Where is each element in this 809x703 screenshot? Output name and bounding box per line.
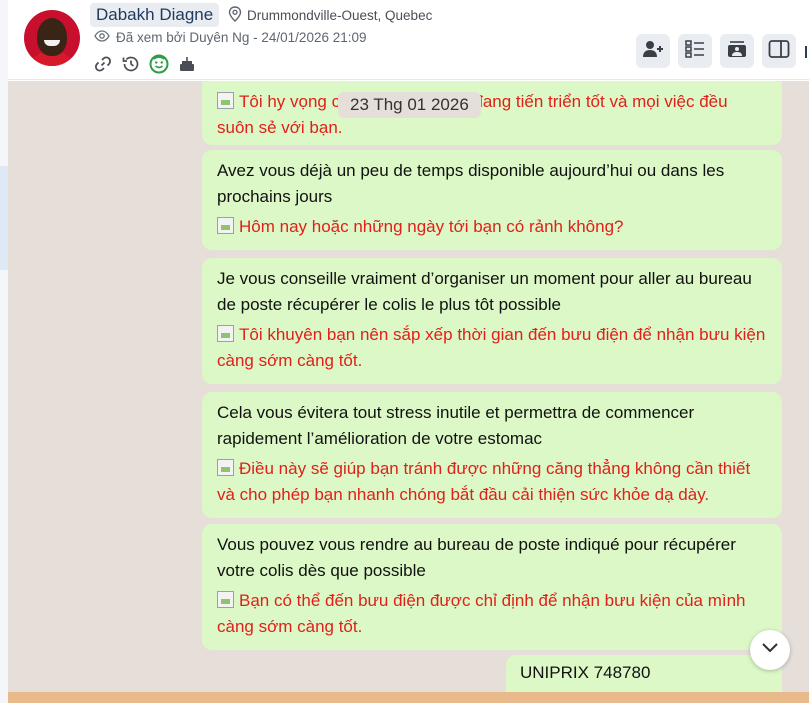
image-placeholder-icon [217,217,234,234]
seen-text: Đã xem bởi Duyên Ng - 24/01/2026 21:09 [116,30,367,45]
image-placeholder-icon [217,459,234,476]
translated-text: Hôm nay hoặc những ngày tới bạn có rảnh … [217,214,767,240]
image-placeholder-icon [217,591,234,608]
message-bubble-last[interactable]: UNIPRIX 748780 [506,655,782,692]
photo-stack-icon [726,39,748,64]
original-text: Je vous conseille vraiment d’organiser u… [217,269,752,314]
message-bubble[interactable]: Vous pouvez vous rendre au bureau de pos… [202,524,782,650]
seen-status: Đã xem bởi Duyên Ng - 24/01/2026 21:09 [94,30,367,45]
window-edge-marker [805,46,809,58]
header-toolbar [636,34,796,68]
message-bubble-partial[interactable]: Tôi hy vọng công việc của bạn đang tiến … [202,81,782,145]
image-placeholder-icon [217,92,234,109]
scroll-to-bottom-button[interactable] [750,630,790,670]
translated-text: Điều này sẽ giúp bạn tránh được những că… [217,459,751,504]
location-text: Drummondville-Ouest, Quebec [247,8,433,23]
sidebar-panel-icon [768,39,790,64]
image-placeholder-icon [217,325,234,342]
bottom-action-bar[interactable] [8,692,809,703]
eye-icon [94,30,110,45]
location-pin-icon [228,6,242,25]
media-gallery-button[interactable] [720,34,754,68]
original-text: UNIPRIX 748780 [520,663,651,682]
add-user-icon [642,39,664,64]
cake-icon[interactable] [176,53,198,75]
header-quick-icons [92,53,198,75]
left-edge-highlight [0,166,8,270]
original-text: Vous pouvez vous rendre au bureau de pos… [217,535,736,580]
message-bubble[interactable]: Avez vous déjà un peu de temps disponibl… [202,150,782,250]
toggle-sidebar-button[interactable] [762,34,796,68]
original-text: Avez vous déjà un peu de temps disponibl… [217,161,725,206]
message-bubble[interactable]: Je vous conseille vraiment d’organiser u… [202,258,782,384]
contact-location: Drummondville-Ouest, Quebec [228,6,432,25]
contact-name[interactable]: Dabakh Diagne [90,3,220,27]
add-member-button[interactable] [636,34,670,68]
translated-text: Tôi hy vọng công việc của bạn đang tiến … [217,92,728,137]
link-icon[interactable] [92,53,114,75]
translated-text: Tôi khuyên bạn nên sắp xếp thời gian đến… [217,325,766,370]
message-bubble[interactable]: Cela vous évitera tout stress inutile et… [202,392,782,518]
translated-text: Bạn có thể đến bưu điện được chỉ định để… [217,591,746,636]
avatar[interactable] [24,10,80,66]
details-list-button[interactable] [678,34,712,68]
history-icon[interactable] [120,53,142,75]
chat-messages-area[interactable]: Tôi hy vọng công việc của bạn đang tiến … [8,81,809,692]
date-separator: 23 Thg 01 2026 [338,92,481,118]
list-details-icon [684,39,706,64]
left-edge-panel [0,0,8,703]
chevron-down-icon [761,641,779,659]
chat-header: Dabakh Diagne Drummondville-Ouest, Quebe… [8,0,809,80]
face-status-icon[interactable] [148,53,170,75]
original-text: Cela vous évitera tout stress inutile et… [217,403,695,448]
